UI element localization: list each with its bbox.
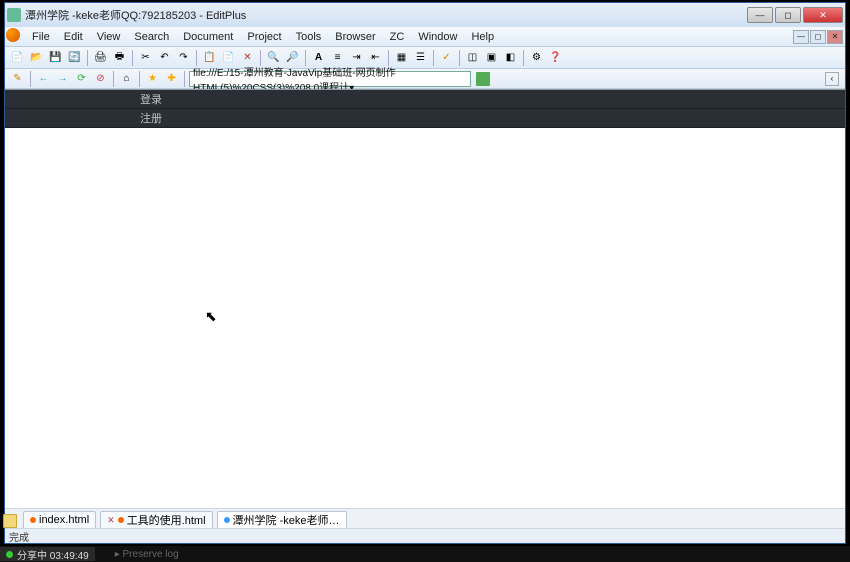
menu-file[interactable]: File (25, 29, 57, 45)
go-button[interactable] (476, 72, 490, 86)
close-button[interactable]: ✕ (803, 7, 843, 23)
folder-icon[interactable] (3, 514, 17, 528)
html-file-icon (118, 517, 124, 523)
sidebar-collapse-button[interactable]: ‹ (825, 72, 839, 86)
new-file-icon[interactable]: 📄 (9, 49, 26, 66)
menu-project[interactable]: Project (240, 29, 288, 45)
menu-tools[interactable]: Tools (289, 29, 329, 45)
nav-login[interactable]: 登录 (5, 90, 845, 109)
help-icon[interactable]: ❓ (547, 49, 564, 66)
maximize-button[interactable]: ◻ (775, 7, 801, 23)
tab-tools[interactable]: ✕ 工具的使用.html (100, 511, 212, 528)
print-preview-icon[interactable]: 🖶 (111, 49, 128, 66)
browser-tab-icon (224, 517, 230, 523)
redo-icon[interactable]: ↷ (175, 49, 192, 66)
address-toolbar: ✎ ← → ⟳ ⊘ ⌂ ★ ✚ file:///E:/15-潭州教育-JavaV… (5, 69, 845, 89)
screen-share-indicator[interactable]: 分享中 03:49:49 (0, 547, 95, 561)
cut-icon[interactable]: ✂ (137, 49, 154, 66)
window-cascade-icon[interactable]: ▣ (483, 49, 500, 66)
menubar: File Edit View Search Document Project T… (5, 27, 845, 47)
forward-icon[interactable]: → (54, 71, 71, 87)
menu-zc[interactable]: ZC (383, 29, 412, 45)
add-favorite-icon[interactable]: ✚ (163, 71, 180, 87)
page-header: 登录 注册 (5, 90, 845, 128)
nav-register[interactable]: 注册 (5, 109, 845, 128)
close-tab-icon[interactable]: ✕ (107, 515, 115, 526)
tab-index[interactable]: index.html (23, 511, 96, 528)
share-label: 分享中 03:49:49 (17, 547, 89, 562)
inner-close-button[interactable]: ✕ (827, 30, 843, 44)
url-field[interactable]: file:///E:/15-潭州教育-JavaVip基础班-网页制作HTML(5… (189, 71, 471, 87)
save-icon[interactable]: 💾 (47, 49, 64, 66)
undo-icon[interactable]: ↶ (156, 49, 173, 66)
reload-icon[interactable]: ⟳ (73, 71, 90, 87)
menu-edit[interactable]: Edit (57, 29, 90, 45)
inner-restore-button[interactable]: ◻ (810, 30, 826, 44)
tab-label: index.html (39, 514, 89, 526)
html-file-icon (30, 517, 36, 523)
window-controls: — ◻ ✕ (747, 7, 843, 23)
mouse-cursor-icon: ⬉ (205, 308, 217, 325)
back-icon[interactable]: ← (35, 71, 52, 87)
firefox-icon (6, 28, 20, 42)
stop-icon[interactable]: ⊘ (92, 71, 109, 87)
menu-window[interactable]: Window (411, 29, 464, 45)
inner-minimize-button[interactable]: — (793, 30, 809, 44)
tab-preview[interactable]: 潭州学院 -keke老师… (217, 511, 347, 528)
taskbar-faded-text: ▸ Preserve log (115, 549, 179, 560)
menu-view[interactable]: View (90, 29, 128, 45)
menu-search[interactable]: Search (127, 29, 176, 45)
tab-label: 潭州学院 -keke老师… (233, 512, 340, 528)
edit-icon[interactable]: ✎ (9, 71, 26, 87)
status-text: 完成 (9, 529, 29, 544)
open-file-icon[interactable]: 📂 (28, 49, 45, 66)
print-icon[interactable]: 🖨 (92, 49, 109, 66)
menu-browser[interactable]: Browser (328, 29, 382, 45)
favorite-icon[interactable]: ★ (144, 71, 161, 87)
menu-document[interactable]: Document (176, 29, 240, 45)
tab-label: 工具的使用.html (127, 512, 206, 528)
minimize-button[interactable]: — (747, 7, 773, 23)
app-window: 潭州学院 -keke老师QQ:792185203 - EditPlus — ◻ … (4, 2, 846, 544)
window-title: 潭州学院 -keke老师QQ:792185203 - EditPlus (25, 7, 747, 23)
status-bar: 完成 (5, 528, 845, 543)
titlebar: 潭州学院 -keke老师QQ:792185203 - EditPlus — ◻ … (5, 3, 845, 27)
refresh-icon[interactable]: 🔄 (66, 49, 83, 66)
home-icon[interactable]: ⌂ (118, 71, 135, 87)
split-icon[interactable]: ◧ (502, 49, 519, 66)
settings-icon[interactable]: ⚙ (528, 49, 545, 66)
app-icon (7, 8, 21, 22)
menu-help[interactable]: Help (464, 29, 501, 45)
recording-dot-icon (6, 551, 13, 558)
document-tabs: index.html ✕ 工具的使用.html 潭州学院 -keke老师… (5, 508, 845, 528)
browser-viewport: 登录 注册 ⬉ (5, 89, 845, 508)
